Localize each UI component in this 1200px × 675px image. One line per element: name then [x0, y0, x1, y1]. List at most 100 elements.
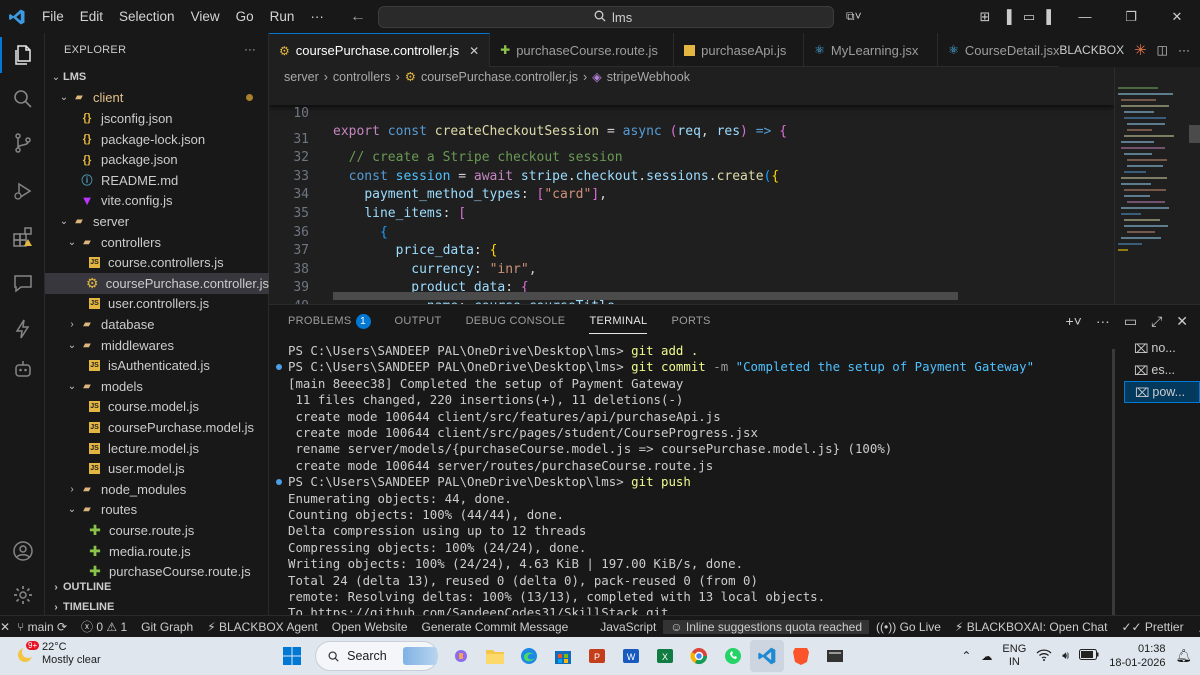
- tree-file[interactable]: JS lecture.model.js: [45, 438, 269, 459]
- remote-indicator-icon[interactable]: ✕: [0, 615, 11, 638]
- code-line[interactable]: 34 line_items: [: [269, 168, 1114, 221]
- tab-terminal[interactable]: TERMINAL: [589, 315, 648, 334]
- open-website-status[interactable]: Open Website: [325, 620, 415, 634]
- terminal-instance[interactable]: ⌧ es...: [1124, 359, 1200, 381]
- git-graph-status[interactable]: Git Graph: [134, 620, 200, 634]
- language-indicator[interactable]: ENG IN: [1002, 643, 1026, 669]
- tab-coursepurchase-controller[interactable]: ⚙ coursePurchase.controller.js ✕: [269, 33, 491, 67]
- code-line[interactable]: 39 name: course.courseTitle,: [269, 261, 1114, 304]
- code-line[interactable]: 35 {: [269, 186, 1114, 240]
- tree-file[interactable]: ⓘ README.md: [45, 170, 269, 191]
- tab-problems[interactable]: PROBLEMS 1: [288, 313, 371, 329]
- terminal-instance[interactable]: ⌧ pow...: [1124, 381, 1200, 403]
- code-editor[interactable]: 10 export const createCheckoutSession = …: [269, 86, 1114, 304]
- clock[interactable]: 01:38 18-01-2026: [1109, 642, 1165, 670]
- menu-file[interactable]: File: [34, 0, 72, 33]
- tree-file[interactable]: JS user.controllers.js: [45, 294, 269, 315]
- battery-icon[interactable]: [1079, 649, 1099, 663]
- source-control-icon[interactable]: [0, 125, 45, 161]
- tree-file[interactable]: JS coursePurchase.model.js: [45, 417, 269, 438]
- tree-folder[interactable]: ⌄ ▰ client: [45, 88, 269, 109]
- breadcrumb-item[interactable]: stripeWebhook: [607, 70, 690, 84]
- tab-ports[interactable]: PORTS: [671, 315, 710, 327]
- command-center-search[interactable]: lms: [378, 6, 834, 28]
- tab-debug-console[interactable]: DEBUG CONSOLE: [466, 315, 566, 327]
- menu-go[interactable]: Go: [228, 0, 262, 33]
- terminal-output[interactable]: PS C:\Users\SANDEEP PAL\OneDrive\Desktop…: [269, 343, 1119, 616]
- outline-section[interactable]: › OUTLINE: [45, 577, 269, 598]
- go-live-status[interactable]: ((•)) Go Live: [869, 620, 948, 634]
- tree-file[interactable]: {} package-lock.json: [45, 129, 269, 150]
- sticky-scroll-line[interactable]: 10 export const createCheckoutSession = …: [269, 86, 1114, 139]
- split-editor-icon[interactable]: ◫: [1157, 43, 1168, 57]
- menu-run[interactable]: Run: [262, 0, 303, 33]
- minimize-icon[interactable]: —: [1062, 9, 1108, 24]
- start-menu-icon[interactable]: [275, 640, 309, 672]
- tab-purchaseapi[interactable]: purchaseApi.js: [674, 33, 805, 67]
- close-icon[interactable]: ✕: [469, 44, 479, 58]
- problems-status[interactable]: ⓧ 0 ⚠ 1: [74, 618, 134, 635]
- more-actions-icon[interactable]: ···: [1178, 43, 1190, 57]
- tree-file[interactable]: JS course.model.js: [45, 397, 269, 418]
- customize-layout-icon[interactable]: ⊞: [974, 9, 996, 25]
- code-line[interactable]: 37 currency: "inr",: [269, 224, 1114, 277]
- blackbox-agent-status[interactable]: ⚡ BLACKBOX Agent: [200, 620, 325, 634]
- brave-icon[interactable]: [784, 640, 818, 672]
- breadcrumb-item[interactable]: controllers: [333, 70, 391, 84]
- tree-file[interactable]: {} jsconfig.json: [45, 108, 269, 129]
- minimap[interactable]: [1114, 67, 1200, 304]
- branch-status[interactable]: ⑂ main ⟳: [10, 620, 74, 634]
- chrome-icon[interactable]: [682, 640, 716, 672]
- code-line[interactable]: 38 product_data: {: [269, 242, 1114, 296]
- tree-folder[interactable]: ⌄ ▰ server: [45, 211, 269, 232]
- copilot-app-icon[interactable]: [444, 640, 478, 672]
- back-arrow-icon[interactable]: ←: [350, 8, 366, 26]
- wifi-icon[interactable]: [1036, 648, 1052, 665]
- tree-file[interactable]: JS isAuthenticated.js: [45, 355, 269, 376]
- blackbox-label[interactable]: BLACKBOX: [1059, 43, 1124, 57]
- whatsapp-icon[interactable]: [716, 640, 750, 672]
- tray-chevron-icon[interactable]: ⌃: [961, 649, 971, 663]
- office-icon[interactable]: P: [580, 640, 614, 672]
- tab-mylearning[interactable]: ⚛ MyLearning.jsx: [804, 33, 939, 67]
- file-explorer-icon[interactable]: [478, 640, 512, 672]
- tab-purchasecourse-route[interactable]: ✚ purchaseCourse.route.js: [490, 33, 675, 67]
- prettier-status[interactable]: ✓✓ Prettier: [1114, 620, 1190, 634]
- edge-browser-icon[interactable]: [512, 640, 546, 672]
- tree-file[interactable]: JS course.controllers.js: [45, 252, 269, 273]
- run-debug-icon[interactable]: [0, 173, 45, 209]
- tree-folder[interactable]: ⌄ ▰ controllers: [45, 232, 269, 253]
- excel-icon[interactable]: X: [648, 640, 682, 672]
- tree-file[interactable]: JS user.model.js: [45, 458, 269, 479]
- robot-icon[interactable]: [0, 351, 45, 387]
- breadcrumb-item[interactable]: server: [284, 70, 319, 84]
- tree-file[interactable]: ✚ media.route.js: [45, 541, 269, 562]
- explorer-icon[interactable]: [0, 37, 45, 73]
- lightning-icon[interactable]: [0, 311, 45, 347]
- extensions-icon[interactable]: [0, 219, 45, 255]
- close-panel-icon[interactable]: ✕: [1176, 313, 1188, 330]
- tree-folder[interactable]: ⌄ ▰ routes: [45, 500, 269, 521]
- volume-icon[interactable]: 🔊︎: [1062, 650, 1069, 663]
- close-window-icon[interactable]: ✕: [1154, 9, 1200, 25]
- menu-more[interactable]: ···: [302, 0, 332, 33]
- explorer-more-button[interactable]: ···: [244, 44, 256, 56]
- breadcrumb-item[interactable]: coursePurchase.controller.js: [421, 70, 578, 84]
- onedrive-icon[interactable]: ☁: [981, 650, 992, 663]
- menu-view[interactable]: View: [183, 0, 228, 33]
- new-terminal-icon[interactable]: +˅: [1065, 313, 1081, 329]
- code-line[interactable]: 33 payment_method_types: ["card"],: [269, 149, 1114, 203]
- copilot-icon[interactable]: ⧉˅: [846, 9, 862, 24]
- chat-icon[interactable]: [0, 265, 45, 301]
- toggle-panel-size-icon[interactable]: ▭: [1124, 313, 1137, 330]
- tree-file[interactable]: ▼ vite.config.js: [45, 191, 269, 212]
- generate-commit-status[interactable]: Generate Commit Message: [415, 620, 576, 634]
- language-mode-status[interactable]: JavaScript: [593, 620, 663, 634]
- tree-folder[interactable]: ⌄ LMS: [45, 67, 269, 88]
- sparkle-icon[interactable]: ✳: [1134, 41, 1147, 59]
- code-line[interactable]: 36 price_data: {: [269, 205, 1114, 259]
- editor-horizontal-scrollbar[interactable]: [333, 292, 958, 300]
- tree-folder[interactable]: › ▰ node_modules: [45, 479, 269, 500]
- tab-output[interactable]: OUTPUT: [395, 315, 442, 327]
- notification-bell-icon[interactable]: 🔔︎: [1175, 648, 1192, 664]
